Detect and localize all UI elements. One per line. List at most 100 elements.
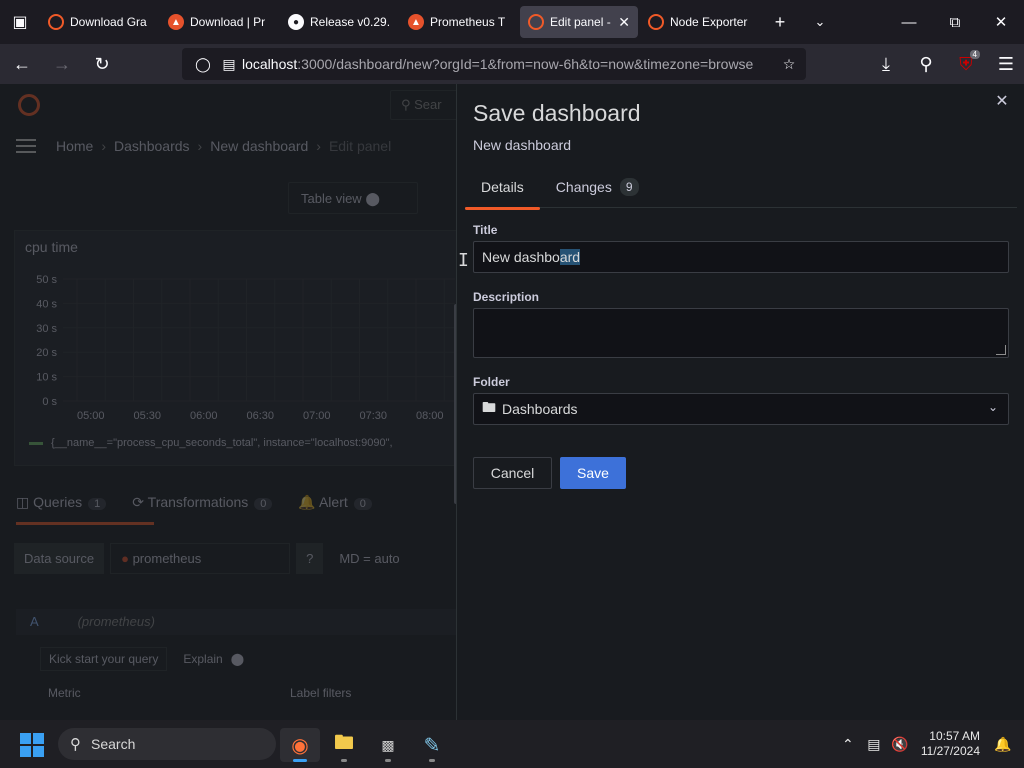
notification-bell-icon[interactable]: 🔔	[990, 736, 1016, 753]
chart-x-tick-label: 07:30	[360, 410, 388, 422]
close-tab-icon[interactable]: ✕	[618, 14, 630, 31]
title-input[interactable]: New dashboard	[473, 241, 1009, 273]
tab-transformations[interactable]: ⟳ Transformations 0	[132, 494, 273, 524]
network-icon[interactable]: ▤	[861, 736, 887, 753]
clock[interactable]: 10:57 AM 11/27/2024	[921, 729, 980, 759]
tab-details[interactable]: Details	[465, 178, 540, 210]
notepad-app-icon[interactable]: ✎	[412, 728, 452, 762]
windows-start-icon[interactable]	[20, 733, 44, 757]
search-placeholder: Sear	[414, 97, 442, 112]
restore-icon[interactable]: ⧉	[932, 0, 978, 44]
file-explorer-app-icon[interactable]: 🖿	[324, 728, 364, 762]
close-icon[interactable]: ✕	[992, 92, 1012, 112]
tab-queries[interactable]: ◫ Queries 1	[16, 494, 107, 524]
help-icon[interactable]: ?	[296, 542, 324, 574]
save-button[interactable]: Save	[560, 457, 626, 489]
reload-icon[interactable]: ↻	[84, 48, 120, 80]
firefox-app-icon[interactable]: ◉	[280, 728, 320, 762]
breadcrumb-home[interactable]: Home	[56, 138, 93, 154]
taskbar: ⚲ Search ◉ 🖿 ▩ ✎ ⌃ ▤ 🔇 10:57 AM 11/27/20…	[0, 720, 1024, 768]
description-textarea[interactable]	[473, 308, 1009, 358]
chart-y-tick-label: 50 s	[36, 274, 57, 286]
tab-list-icon[interactable]: ▣	[0, 0, 40, 44]
grafana-topbar: ⚲ Sear	[0, 84, 460, 124]
page-info-icon[interactable]: ▤	[216, 56, 242, 73]
query-row[interactable]: A (prometheus)	[16, 609, 456, 635]
grafana-icon	[48, 14, 64, 30]
ublock-icon[interactable]: ⛨ 4	[948, 48, 984, 80]
chevron-down-icon[interactable]: ⌄	[800, 0, 840, 44]
tab-label: Download Gra	[70, 15, 147, 29]
shield-icon[interactable]: ◯	[190, 56, 216, 73]
new-tab-icon[interactable]: +	[760, 0, 800, 44]
chevron-right-icon: ›	[197, 138, 203, 154]
volume-mute-icon[interactable]: 🔇	[887, 736, 913, 753]
active-tab-indicator	[16, 522, 154, 525]
chevron-up-icon[interactable]: ⌃	[835, 736, 861, 753]
bookmark-star-icon[interactable]: ☆	[776, 56, 802, 73]
drawer-title: Save dashboard	[473, 100, 641, 126]
browser-tab-3[interactable]: ▲ Prometheus T	[400, 6, 518, 38]
query-letter: A	[30, 614, 38, 629]
resize-handle-icon[interactable]	[996, 345, 1006, 355]
menu-icon[interactable]	[16, 139, 36, 153]
tab-label: Edit panel -	[550, 15, 611, 29]
cancel-button[interactable]: Cancel	[473, 457, 552, 489]
taskbar-search[interactable]: ⚲ Search	[58, 728, 276, 760]
tab-count: 0	[254, 498, 273, 510]
prometheus-icon: ●	[121, 550, 129, 566]
prometheus-icon: ▲	[168, 14, 184, 30]
back-icon[interactable]: ←	[4, 48, 40, 80]
grafana-logo-icon[interactable]	[18, 94, 40, 116]
folder-label: Folder	[473, 375, 510, 389]
changes-count-badge: 9	[619, 178, 639, 196]
chart-y-tick-label: 0 s	[42, 396, 57, 408]
chart-x-tick-label: 06:30	[247, 410, 275, 422]
query-options[interactable]: MD = auto	[339, 551, 399, 566]
label-filters-label: Label filters	[290, 686, 352, 700]
browser-tab-bar: ▣ Download Gra ▲ Download | Pr ● Release…	[0, 0, 1024, 44]
url-path: :3000/dashboard/new?orgId=1&from=now-6h&…	[297, 56, 754, 72]
breadcrumb-dashboards[interactable]: Dashboards	[114, 138, 190, 154]
menu-icon[interactable]: ☰	[988, 48, 1024, 80]
browser-tab-1[interactable]: ▲ Download | Pr	[160, 6, 278, 38]
explain-toggle[interactable]: ⬤	[231, 652, 244, 666]
downloads-icon[interactable]: ⤓	[868, 48, 904, 80]
close-window-icon[interactable]: ✕	[978, 0, 1024, 44]
query-builder-toolbar: Kick start your query Explain ⬤	[40, 647, 244, 671]
grafana-icon	[648, 14, 664, 30]
url-bar[interactable]: ◯ ▤ localhost :3000/dashboard/new?orgId=…	[182, 48, 806, 80]
prometheus-icon: ▲	[408, 14, 424, 30]
table-view-toggle[interactable]: Table view ⬤	[288, 182, 418, 214]
minimize-icon[interactable]: —	[886, 0, 932, 44]
title-selected-text: ard	[559, 249, 581, 265]
tab-alert[interactable]: 🔔 Alert 0	[298, 494, 372, 524]
query-source: (prometheus)	[77, 614, 155, 629]
title-value: New dashbo	[482, 249, 560, 265]
extensions-icon[interactable]: ⚲	[908, 48, 944, 80]
tab-label: Changes	[555, 179, 612, 195]
system-tray: ⌃ ▤ 🔇 10:57 AM 11/27/2024 🔔	[835, 720, 1024, 768]
chevron-down-icon: ⌄	[987, 400, 998, 414]
kick-start-button[interactable]: Kick start your query	[40, 647, 168, 671]
search-input[interactable]: ⚲ Sear	[390, 90, 460, 120]
breadcrumb-edit-panel: Edit panel	[328, 138, 392, 154]
browser-tab-4[interactable]: Edit panel - ✕	[520, 6, 638, 38]
folder-select[interactable]: 🖿 Dashboards ⌄	[473, 393, 1009, 425]
chart-legend: {__name__="process_cpu_seconds_total", i…	[29, 437, 393, 449]
forward-icon[interactable]: →	[44, 48, 80, 80]
data-source-select[interactable]: ● prometheus	[110, 542, 291, 574]
tab-label: Download | Pr	[190, 15, 266, 29]
browser-nav-bar: ← → ↻ ◯ ▤ localhost :3000/dashboard/new?…	[0, 44, 1024, 84]
extension-badge: 4	[969, 50, 980, 59]
breadcrumb-new-dashboard[interactable]: New dashboard	[210, 138, 308, 154]
browser-tab-5[interactable]: Node Exporter	[640, 6, 758, 38]
tab-changes[interactable]: Changes 9	[540, 178, 655, 208]
tab-label: Transformations	[147, 494, 249, 510]
folder-value: Dashboards	[502, 401, 578, 417]
terminal-app-icon[interactable]: ▩	[368, 728, 408, 762]
tab-label: Prometheus T	[430, 15, 506, 29]
title-label: Title	[473, 223, 498, 237]
browser-tab-0[interactable]: Download Gra	[40, 6, 158, 38]
browser-tab-2[interactable]: ● Release v0.29.	[280, 6, 398, 38]
